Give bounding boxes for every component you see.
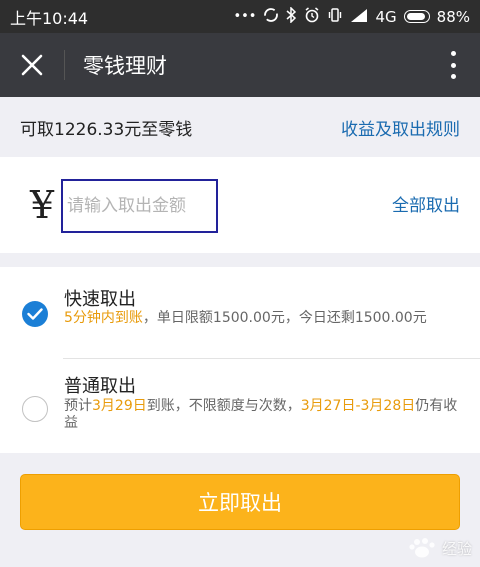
- withdraw-all-link[interactable]: 全部取出: [392, 191, 460, 216]
- title-divider: [64, 50, 65, 80]
- network-label: 4G: [375, 7, 397, 26]
- battery-percent: 88%: [436, 7, 470, 26]
- title-bar: 零钱理财: [0, 33, 480, 97]
- amount-input[interactable]: [61, 179, 218, 233]
- option-normal-desc: 预计3月29日到账，不限额度与次数，3月27日-3月28日仍有收益: [64, 398, 470, 432]
- check-icon: [27, 308, 43, 320]
- battery-icon: [403, 10, 430, 23]
- radio-checked[interactable]: [22, 301, 48, 327]
- more-vertical-icon: [450, 51, 456, 56]
- fast-limit-text: ，单日限额1500.00元，今日还剩1500.00元: [142, 310, 427, 326]
- withdraw-options: 快速取出 5分钟内到账，单日限额1500.00元，今日还剩1500.00元 普通…: [0, 267, 480, 453]
- page-title: 零钱理财: [83, 54, 167, 78]
- available-balance: 可取1226.33元至零钱: [20, 119, 193, 140]
- alarm-icon: [304, 7, 320, 26]
- more-vertical-icon-dot: [450, 62, 456, 68]
- normal-desc-part1: 预计: [64, 398, 92, 414]
- more-vertical-icon-dot: [450, 74, 456, 79]
- bluetooth-icon: [286, 6, 297, 26]
- normal-earning-range: 3月27日-3月28日: [300, 398, 416, 414]
- close-icon: [21, 54, 43, 76]
- status-icons: ••• 4G 88%: [233, 6, 470, 26]
- option-normal-title: 普通取出: [64, 376, 136, 397]
- amount-card: ¥ 全部取出: [0, 157, 480, 253]
- normal-desc-part2: 到账，不限额度与次数，: [146, 398, 301, 414]
- watermark-text: 经验: [441, 539, 472, 558]
- watermark: 经验: [408, 537, 472, 559]
- radio-unchecked[interactable]: [22, 396, 48, 422]
- sync-icon: [263, 7, 279, 26]
- paw-logo-icon: [409, 538, 435, 558]
- normal-arrival-date: 3月29日: [92, 398, 147, 414]
- option-fast-withdraw[interactable]: 快速取出 5分钟内到账，单日限额1500.00元，今日还剩1500.00元: [0, 267, 480, 359]
- vibrate-icon: [327, 7, 343, 26]
- status-bar: 上午10:44 ••• 4G 88%: [0, 0, 480, 33]
- signal-icon: [350, 8, 368, 26]
- more-button[interactable]: [448, 51, 458, 79]
- option-fast-title: 快速取出: [64, 289, 136, 310]
- withdraw-now-button[interactable]: 立即取出: [20, 474, 460, 530]
- balance-row: 可取1226.33元至零钱 收益及取出规则: [0, 97, 480, 157]
- status-time: 上午10:44: [10, 8, 89, 28]
- fast-arrival-time: 5分钟内到账: [64, 310, 143, 326]
- rules-link[interactable]: 收益及取出规则: [341, 115, 460, 140]
- option-fast-desc: 5分钟内到账，单日限额1500.00元，今日还剩1500.00元: [64, 310, 470, 327]
- more-dots-icon: •••: [233, 9, 257, 24]
- option-normal-withdraw[interactable]: 普通取出 预计3月29日到账，不限额度与次数，3月27日-3月28日仍有收益: [0, 359, 480, 453]
- close-button[interactable]: [0, 33, 64, 97]
- currency-symbol: ¥: [30, 183, 55, 227]
